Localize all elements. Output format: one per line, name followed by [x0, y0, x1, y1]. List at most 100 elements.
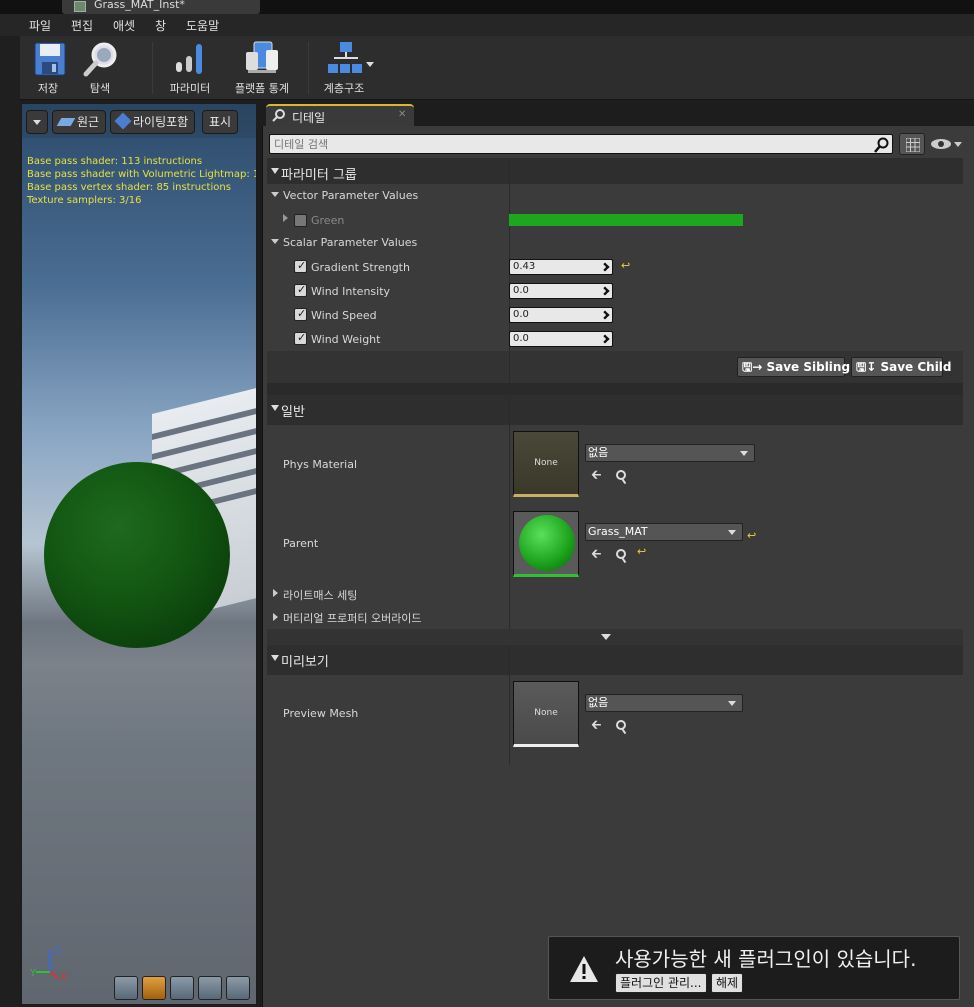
chevron-down-icon	[728, 701, 736, 706]
menu-file[interactable]: 파일	[29, 17, 51, 34]
param-override-checkbox[interactable]	[294, 214, 307, 227]
material-override-row[interactable]: 머티리얼 프로퍼티 오버라이드	[267, 605, 963, 629]
menu-bar: 파일 편집 애셋 창 도움말	[0, 14, 974, 36]
save-child-button[interactable]: 🖫↧ Save Child	[851, 357, 952, 377]
advanced-expander[interactable]	[267, 629, 963, 645]
browse-label: 탐색	[89, 82, 111, 95]
column-divider	[509, 425, 510, 501]
thumbnail-label: None	[534, 708, 558, 718]
param-name: Wind Speed	[311, 309, 377, 322]
category-label: 미리보기	[281, 655, 329, 670]
param-override-checkbox[interactable]: ✓	[294, 259, 307, 273]
column-divider	[509, 675, 510, 765]
column-divider	[509, 605, 510, 629]
vector-params-section[interactable]: Vector Parameter Values	[267, 184, 963, 208]
browse-button[interactable]: 탐색	[74, 36, 126, 100]
drag-arrow-icon	[600, 286, 610, 296]
property-label: Phys Material	[283, 458, 358, 471]
reset-to-default-icon[interactable]: ↩	[637, 545, 646, 558]
scalar-params-section[interactable]: Scalar Parameter Values	[267, 231, 963, 255]
use-selected-arrow-icon[interactable]: 🡰	[591, 545, 602, 567]
hierarchy-dropdown-arrow-icon[interactable]	[366, 62, 374, 67]
property-label: Preview Mesh	[283, 707, 359, 720]
preview-plane-button[interactable]	[170, 976, 194, 1000]
category-general[interactable]: 일반	[267, 395, 963, 425]
details-search-input[interactable]	[274, 138, 854, 151]
dismiss-label: 해제	[716, 976, 739, 990]
parent-thumbnail[interactable]	[513, 511, 579, 577]
preview-mesh-combo[interactable]: 없음	[585, 694, 743, 712]
expand-arrow-icon	[271, 168, 279, 174]
title-bar: Grass_MAT_Inst*	[0, 0, 974, 14]
document-tab[interactable]: Grass_MAT_Inst*	[62, 0, 260, 14]
shader-stat-line: Base pass vertex shader: 85 instructions	[27, 182, 231, 193]
expand-advanced-icon	[601, 634, 611, 640]
browse-asset-icon[interactable]	[616, 549, 626, 559]
category-preview[interactable]: 미리보기	[267, 645, 963, 675]
browse-asset-icon[interactable]	[616, 470, 626, 480]
gizmo-z-label: Z	[54, 946, 61, 957]
reset-to-default-icon[interactable]: ↩	[621, 259, 630, 272]
property-matrix-icon[interactable]	[899, 133, 925, 155]
details-search-box[interactable]	[269, 134, 893, 154]
platform-stats-icon	[246, 41, 278, 73]
phys-material-thumbnail[interactable]: None	[513, 431, 579, 497]
preview-viewport[interactable]: 원근 라이팅포함 표시 Base pass shader: 113 instru…	[22, 104, 256, 1004]
param-value-field[interactable]: 0.0	[509, 307, 613, 323]
use-selected-arrow-icon[interactable]: 🡰	[591, 466, 602, 488]
vector-param-row-green: Green	[267, 208, 963, 232]
preview-cylinder-button[interactable]	[114, 976, 138, 1000]
browse-asset-icon[interactable]	[616, 720, 626, 730]
menu-asset[interactable]: 애셋	[113, 17, 135, 34]
color-swatch[interactable]	[509, 214, 743, 226]
collapsed-arrow-icon	[273, 589, 278, 597]
save-button[interactable]: 저장	[24, 36, 72, 100]
params-button[interactable]: 파라미터	[162, 36, 218, 100]
menu-help[interactable]: 도움말	[186, 17, 219, 34]
view-options-eye-icon[interactable]	[929, 136, 963, 152]
param-override-checkbox[interactable]: ✓	[294, 283, 307, 297]
column-divider	[509, 184, 510, 208]
param-value-field[interactable]: 0.0	[509, 331, 613, 347]
viewport-toolbar: 원근 라이팅포함 표시	[22, 104, 256, 138]
preview-sphere-button[interactable]	[142, 976, 166, 1000]
magnifier-icon	[83, 42, 117, 77]
reset-to-default-icon[interactable]: ↩	[747, 529, 756, 542]
menu-edit[interactable]: 편집	[71, 17, 93, 34]
chevron-down-icon	[740, 451, 748, 456]
preview-mesh-row: Preview Mesh None 없음 🡰	[267, 675, 963, 765]
preview-cube-button[interactable]	[198, 976, 222, 1000]
scalar-param-row: ✓ Wind Intensity 0.0	[267, 279, 963, 303]
chevron-down-icon	[728, 530, 736, 535]
preview-custom-mesh-button[interactable]	[226, 976, 250, 1000]
collapsed-arrow-icon[interactable]	[283, 214, 288, 222]
viewport-options-button[interactable]	[26, 110, 48, 134]
show-button[interactable]: 표시	[202, 110, 239, 134]
search-icon[interactable]	[874, 137, 890, 153]
hierarchy-button[interactable]: 계층구조	[316, 36, 374, 100]
use-selected-arrow-icon[interactable]: 🡰	[591, 716, 602, 738]
param-override-checkbox[interactable]: ✓	[294, 307, 307, 321]
phys-material-combo[interactable]: 없음	[585, 444, 755, 462]
preview-mesh-thumbnail[interactable]: None	[513, 681, 579, 747]
platform-stats-button[interactable]: 플랫폼 통계	[226, 36, 298, 100]
param-override-checkbox[interactable]: ✓	[294, 331, 307, 345]
save-sibling-button[interactable]: 🖫→ Save Sibling	[737, 357, 850, 377]
perspective-button[interactable]: 원근	[52, 110, 107, 134]
param-value: 0.0	[513, 285, 529, 296]
parent-combo[interactable]: Grass_MAT	[585, 523, 743, 541]
details-tab[interactable]: 디테일 ✕	[266, 104, 414, 126]
close-icon[interactable]: ✕	[398, 109, 406, 120]
manage-plugins-button[interactable]: 플러그인 관리...	[615, 973, 707, 993]
drag-arrow-icon	[600, 310, 610, 320]
save-child-icon: 🖫↧	[856, 360, 881, 374]
expand-arrow-icon	[271, 192, 279, 197]
lightmass-settings-row[interactable]: 라이트매스 세팅	[267, 581, 963, 605]
menu-window[interactable]: 창	[155, 17, 166, 34]
param-name: Wind Intensity	[311, 285, 391, 298]
lighting-button[interactable]: 라이팅포함	[110, 110, 196, 134]
lit-cube-icon	[114, 112, 132, 130]
dismiss-button[interactable]: 해제	[711, 973, 744, 993]
param-value-field[interactable]: 0.0	[509, 283, 613, 299]
param-value-field[interactable]: 0.43	[509, 259, 613, 275]
